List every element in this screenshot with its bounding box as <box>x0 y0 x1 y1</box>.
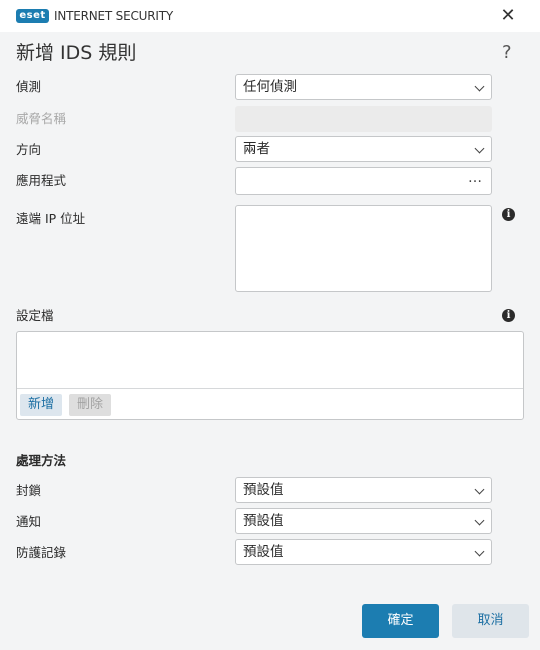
chevron-down-icon <box>474 81 485 92</box>
application-field[interactable]: … <box>235 167 492 195</box>
block-value: 預設值 <box>243 482 284 498</box>
info-icon[interactable]: i <box>502 309 515 322</box>
profiles-list[interactable] <box>17 332 523 389</box>
direction-value: 兩者 <box>243 141 270 157</box>
remote-ip-label: 遠端 IP 位址 <box>16 211 86 226</box>
block-label: 封鎖 <box>16 483 42 498</box>
add-profile-button[interactable]: 新增 <box>20 394 63 416</box>
ok-button[interactable]: 確定 <box>362 604 439 638</box>
log-select[interactable]: 預設值 <box>235 539 492 565</box>
product-name: INTERNET SECURITY <box>54 9 173 23</box>
chevron-down-icon <box>474 143 485 154</box>
close-icon[interactable]: ✕ <box>494 4 522 28</box>
direction-label: 方向 <box>16 142 42 157</box>
direction-select[interactable]: 兩者 <box>235 136 492 162</box>
eset-logo: eset <box>16 9 49 23</box>
browse-icon[interactable]: … <box>468 170 483 186</box>
profiles-box: 新增 刪除 <box>16 331 524 420</box>
notify-select[interactable]: 預設值 <box>235 508 492 534</box>
detection-label: 偵測 <box>16 79 42 94</box>
remote-ip-input[interactable] <box>235 205 492 292</box>
threat-name-field <box>235 106 492 132</box>
delete-profile-button: 刪除 <box>69 394 112 416</box>
title-bar: eset INTERNET SECURITY ✕ <box>0 0 540 32</box>
detection-select[interactable]: 任何偵測 <box>235 74 492 100</box>
log-label: 防護記錄 <box>16 545 67 560</box>
info-icon[interactable]: i <box>502 208 515 221</box>
threat-name-label: 威脅名稱 <box>16 111 67 126</box>
actions-section-title: 處理方法 <box>16 453 67 468</box>
application-label: 應用程式 <box>16 173 67 188</box>
chevron-down-icon <box>474 546 485 557</box>
help-icon[interactable]: ? <box>502 40 512 66</box>
chevron-down-icon <box>474 515 485 526</box>
dialog-title: 新增 IDS 規則 <box>16 42 137 64</box>
profiles-label: 設定檔 <box>16 308 54 323</box>
log-value: 預設值 <box>243 544 284 560</box>
block-select[interactable]: 預設值 <box>235 477 492 503</box>
notify-value: 預設值 <box>243 513 284 529</box>
cancel-button[interactable]: 取消 <box>452 604 529 638</box>
detection-value: 任何偵測 <box>243 79 297 95</box>
chevron-down-icon <box>474 484 485 495</box>
notify-label: 通知 <box>16 514 42 529</box>
